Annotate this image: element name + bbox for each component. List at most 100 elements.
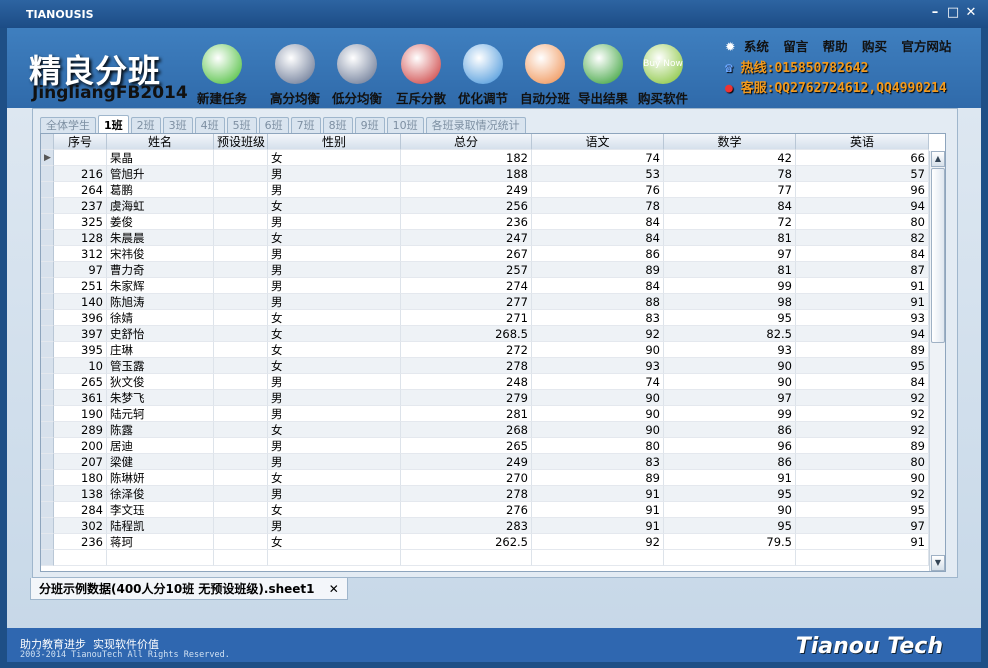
table-cell: 庄琳 [107,342,214,358]
scroll-up-button[interactable]: ▲ [931,151,945,167]
table-cell [401,550,532,566]
toolbar-button-1[interactable]: 高分均衡 [265,44,325,107]
tab-11[interactable]: 各班录取情况统计 [425,117,526,133]
column-header[interactable]: 性别 [268,134,401,150]
document-tab[interactable]: 分班示例数据(400人分10班 无预设班级).sheet1 ✕ [30,578,348,600]
table-row[interactable]: 397 史舒怡 女 268.5 92 82.5 94 [41,326,929,342]
table-row[interactable]: 325 姜俊 男 236 84 72 80 [41,214,929,230]
table-cell: 207 [54,454,107,470]
table-row[interactable]: 396 徐婧 女 271 83 95 93 [41,310,929,326]
table-cell: 90 [532,422,664,438]
minimize-button[interactable]: – [928,6,942,20]
column-header[interactable]: 序号 [54,134,107,150]
tab-6[interactable]: 6班 [258,117,289,133]
toolbar-button-6[interactable]: 导出结果 [573,44,633,107]
header: 精良分班 JingliangFB2014 新建任务 高分均衡 低分均衡 互斥分散 优化调… [7,28,981,108]
link-official-site[interactable]: 官方网站 [901,39,951,54]
table-row[interactable]: 264 葛鹏 男 249 76 77 96 [41,182,929,198]
table-cell: 274 [401,278,532,294]
table-row[interactable]: 190 陆元轲 男 281 90 99 92 [41,406,929,422]
table-row[interactable]: 138 徐泽俊 男 278 91 95 92 [41,486,929,502]
tab-5[interactable]: 5班 [226,117,257,133]
table-cell: 管旭升 [107,166,214,182]
toolbar-button-0[interactable]: 新建任务 [192,44,252,107]
table-row[interactable]: 312 宋祎俊 男 267 86 97 84 [41,246,929,262]
tab-8[interactable]: 8班 [322,117,353,133]
toolbar-button-3[interactable]: 互斥分散 [391,44,451,107]
link-message[interactable]: 留言 [783,39,808,54]
column-header[interactable]: 姓名 [107,134,214,150]
table-cell: 81 [664,230,796,246]
table-row[interactable]: 284 李文珏 女 276 91 90 95 [41,502,929,518]
table-cell: 86 [532,246,664,262]
table-cell: 女 [268,358,401,374]
table-cell: 86 [664,422,796,438]
toolbar-button-5[interactable]: 自动分班 [515,44,575,107]
row-indicator [41,406,54,422]
table-cell: 陈旭涛 [107,294,214,310]
table-row[interactable]: 289 陈露 女 268 90 86 92 [41,422,929,438]
table-cell [214,278,268,294]
table-cell: 徐婧 [107,310,214,326]
tab-1[interactable]: 1班 [98,115,129,133]
column-header[interactable]: 语文 [532,134,664,150]
close-button[interactable]: ✕ [964,6,978,20]
link-system[interactable]: 系统 [744,39,769,54]
table-cell: 97 [664,246,796,262]
table-cell: 90 [664,358,796,374]
table-row[interactable]: 395 庄琳 女 272 90 93 89 [41,342,929,358]
table-row[interactable]: 265 狄文俊 男 248 74 90 84 [41,374,929,390]
table-row[interactable]: 251 朱家辉 男 274 84 99 91 [41,278,929,294]
column-header[interactable]: 数学 [664,134,796,150]
vertical-scrollbar[interactable]: ▲ ▼ [929,151,945,571]
maximize-button[interactable]: □ [946,6,960,20]
table-cell: 72 [664,214,796,230]
table-cell: 男 [268,518,401,534]
table-row[interactable]: 10 管玉露 女 278 93 90 95 [41,358,929,374]
table-cell: 95 [796,358,929,374]
table-cell: 256 [401,198,532,214]
tab-4[interactable]: 4班 [194,117,225,133]
table-row[interactable]: 237 虞海虹 女 256 78 84 94 [41,198,929,214]
table-cell: 90 [664,502,796,518]
scroll-down-button[interactable]: ▼ [931,555,945,571]
table-row[interactable]: 302 陆程凯 男 283 91 95 97 [41,518,929,534]
toolbar-button-2[interactable]: 低分均衡 [327,44,387,107]
table-cell [214,182,268,198]
table-cell: 53 [532,166,664,182]
copyright: 2003-2014 TianouTech All Rights Reserved… [20,650,230,660]
tab-7[interactable]: 7班 [290,117,321,133]
tab-3[interactable]: 3班 [162,117,193,133]
table-row[interactable]: 236 蒋珂 女 262.5 92 79.5 91 [41,534,929,550]
table-row[interactable]: 361 朱梦飞 男 279 90 97 92 [41,390,929,406]
link-help[interactable]: 帮助 [823,39,848,54]
table-row[interactable]: ▶ 杲晶 女 182 74 42 66 [41,150,929,166]
table-row[interactable]: 97 曹力奇 男 257 89 81 87 [41,262,929,278]
column-header[interactable]: 预设班级 [214,134,268,150]
toolbar-button-7[interactable]: Buy Now 购买软件 [633,44,693,107]
toolbar-button-4[interactable]: 优化调节 [453,44,513,107]
link-buy[interactable]: 购买 [862,39,887,54]
tab-10[interactable]: 10班 [386,117,424,133]
close-document-icon[interactable]: ✕ [329,582,339,596]
table-cell: 248 [401,374,532,390]
row-indicator-header[interactable] [41,134,54,150]
table-cell: 140 [54,294,107,310]
table-cell: 84 [532,230,664,246]
tab-9[interactable]: 9班 [354,117,385,133]
table-row[interactable]: 216 管旭升 男 188 53 78 57 [41,166,929,182]
table-row[interactable]: 180 陈琳妍 女 270 89 91 90 [41,470,929,486]
column-header[interactable]: 总分 [401,134,532,150]
column-header[interactable]: 英语 [796,134,929,150]
table-row[interactable]: 140 陈旭涛 男 277 88 98 91 [41,294,929,310]
table-cell: 249 [401,182,532,198]
tab-0[interactable]: 全体学生 [40,117,96,133]
table-row[interactable]: 207 梁健 男 249 83 86 80 [41,454,929,470]
class-tabs: 全体学生 1班 2班 3班 4班 5班 6班 7班 8班 9班 10班 各班录取情况统计 [40,115,528,133]
row-indicator [41,534,54,550]
table-row[interactable]: 200 居迪 男 265 80 96 89 [41,438,929,454]
table-row[interactable]: 128 朱晨晨 女 247 84 81 82 [41,230,929,246]
tab-2[interactable]: 2班 [130,117,161,133]
scroll-thumb[interactable] [931,168,945,343]
table-cell: 247 [401,230,532,246]
